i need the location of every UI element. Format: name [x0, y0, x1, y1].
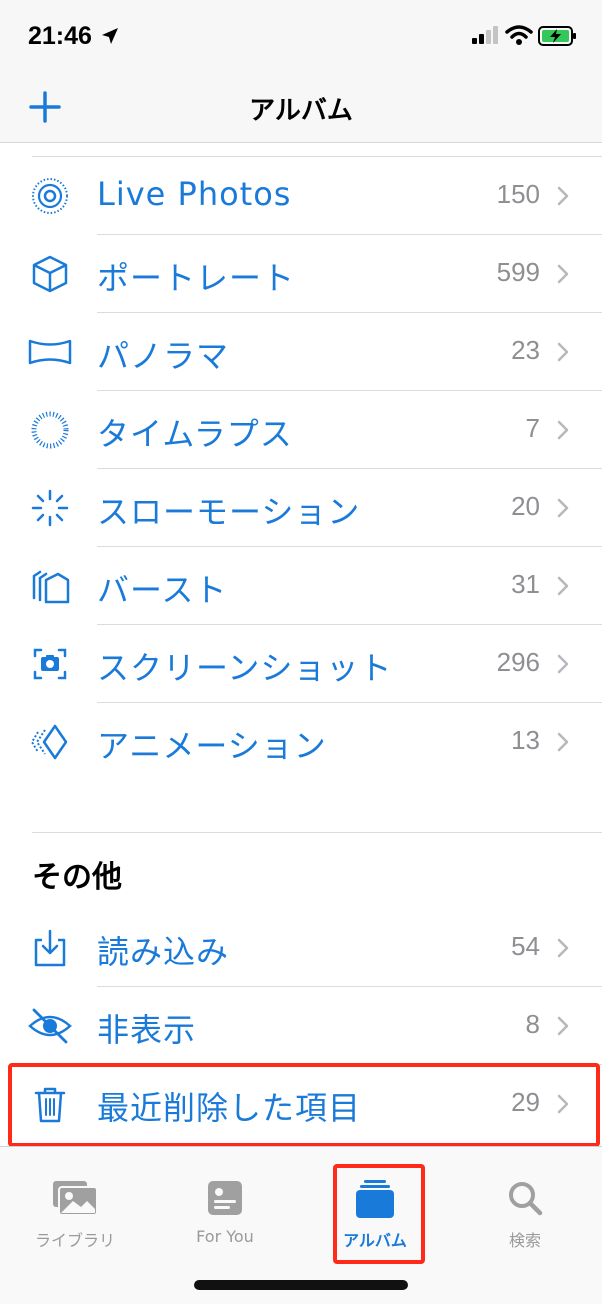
chevron-right-icon — [557, 186, 569, 206]
chevron-right-icon — [557, 264, 569, 284]
album-label: スローモーション — [97, 493, 361, 531]
album-row-portrait[interactable]: ポートレート 599 — [0, 235, 602, 313]
section-divider — [32, 832, 602, 833]
album-row-hidden[interactable]: 非表示 8 — [0, 987, 602, 1065]
chevron-right-icon — [557, 732, 569, 752]
chevron-right-icon — [557, 938, 569, 958]
wifi-icon — [505, 25, 533, 45]
home-indicator — [194, 1280, 408, 1290]
chevron-right-icon — [557, 576, 569, 596]
album-row-slomo[interactable]: スローモーション 20 — [0, 469, 602, 547]
album-label: ポートレート — [97, 259, 296, 297]
album-row-animations[interactable]: アニメーション 13 — [0, 703, 602, 781]
library-icon — [53, 1181, 98, 1216]
album-label: アニメーション — [97, 727, 327, 765]
album-count: 296 — [496, 647, 540, 677]
chevron-right-icon — [557, 342, 569, 362]
highlight-box-recently-deleted — [8, 1063, 600, 1147]
album-count: 599 — [496, 257, 540, 287]
chevron-right-icon — [557, 420, 569, 440]
album-label: パノラマ — [97, 337, 230, 375]
timelapse-icon — [31, 411, 69, 449]
tab-label: For You — [196, 1227, 254, 1246]
animation-icon — [30, 724, 68, 760]
album-count: 54 — [511, 931, 540, 961]
cellular-signal-icon — [472, 26, 498, 44]
album-row-live-photos[interactable]: Live Photos 150 — [0, 157, 602, 235]
album-row-timelapse[interactable]: タイムラプス 7 — [0, 391, 602, 469]
import-icon — [34, 929, 66, 967]
slomo-icon — [31, 489, 69, 527]
for-you-icon — [208, 1181, 242, 1215]
album-label: 非表示 — [97, 1011, 197, 1049]
album-row-screenshots[interactable]: スクリーンショット 296 — [0, 625, 602, 703]
tab-label: 検索 — [508, 1231, 541, 1250]
chevron-right-icon — [557, 1016, 569, 1036]
album-count: 7 — [525, 413, 540, 443]
album-label: タイムラプス — [97, 415, 293, 453]
album-label: 読み込み — [97, 933, 230, 971]
location-arrow-icon — [102, 28, 118, 44]
album-label: スクリーンショット — [97, 649, 393, 687]
portrait-cube-icon — [32, 255, 68, 293]
chevron-right-icon — [557, 498, 569, 518]
tab-label: ライブラリ — [34, 1231, 115, 1250]
status-time: 21:46 — [28, 22, 92, 50]
album-row-imports[interactable]: 読み込み 54 — [0, 909, 602, 987]
status-bar: 21:46 — [0, 0, 602, 70]
chevron-right-icon — [557, 654, 569, 674]
album-label: Live Photos — [97, 175, 292, 213]
search-icon — [509, 1182, 543, 1216]
screenshot-icon — [33, 648, 67, 680]
page-title: アルバム — [249, 96, 353, 126]
tab-search[interactable]: 検索 — [450, 1147, 600, 1257]
battery-charging-icon — [538, 26, 576, 46]
tab-library[interactable]: ライブラリ — [0, 1147, 150, 1257]
hidden-eye-icon — [28, 1008, 72, 1044]
highlight-box-albums-tab — [333, 1164, 425, 1264]
album-label: バースト — [97, 571, 228, 609]
tab-for-you[interactable]: For You — [150, 1147, 300, 1257]
burst-icon — [32, 570, 70, 604]
album-count: 20 — [511, 491, 540, 521]
album-row-burst[interactable]: バースト 31 — [0, 547, 602, 625]
live-photos-icon — [32, 178, 68, 214]
album-count: 31 — [511, 569, 540, 599]
panorama-icon — [28, 339, 72, 365]
album-count: 8 — [525, 1009, 540, 1039]
album-count: 13 — [511, 725, 540, 755]
album-row-panorama[interactable]: パノラマ 23 — [0, 313, 602, 391]
album-count: 150 — [496, 179, 540, 209]
section-title-other: その他 — [32, 860, 122, 895]
album-count: 23 — [511, 335, 540, 365]
navigation-bar: アルバム — [0, 70, 602, 143]
